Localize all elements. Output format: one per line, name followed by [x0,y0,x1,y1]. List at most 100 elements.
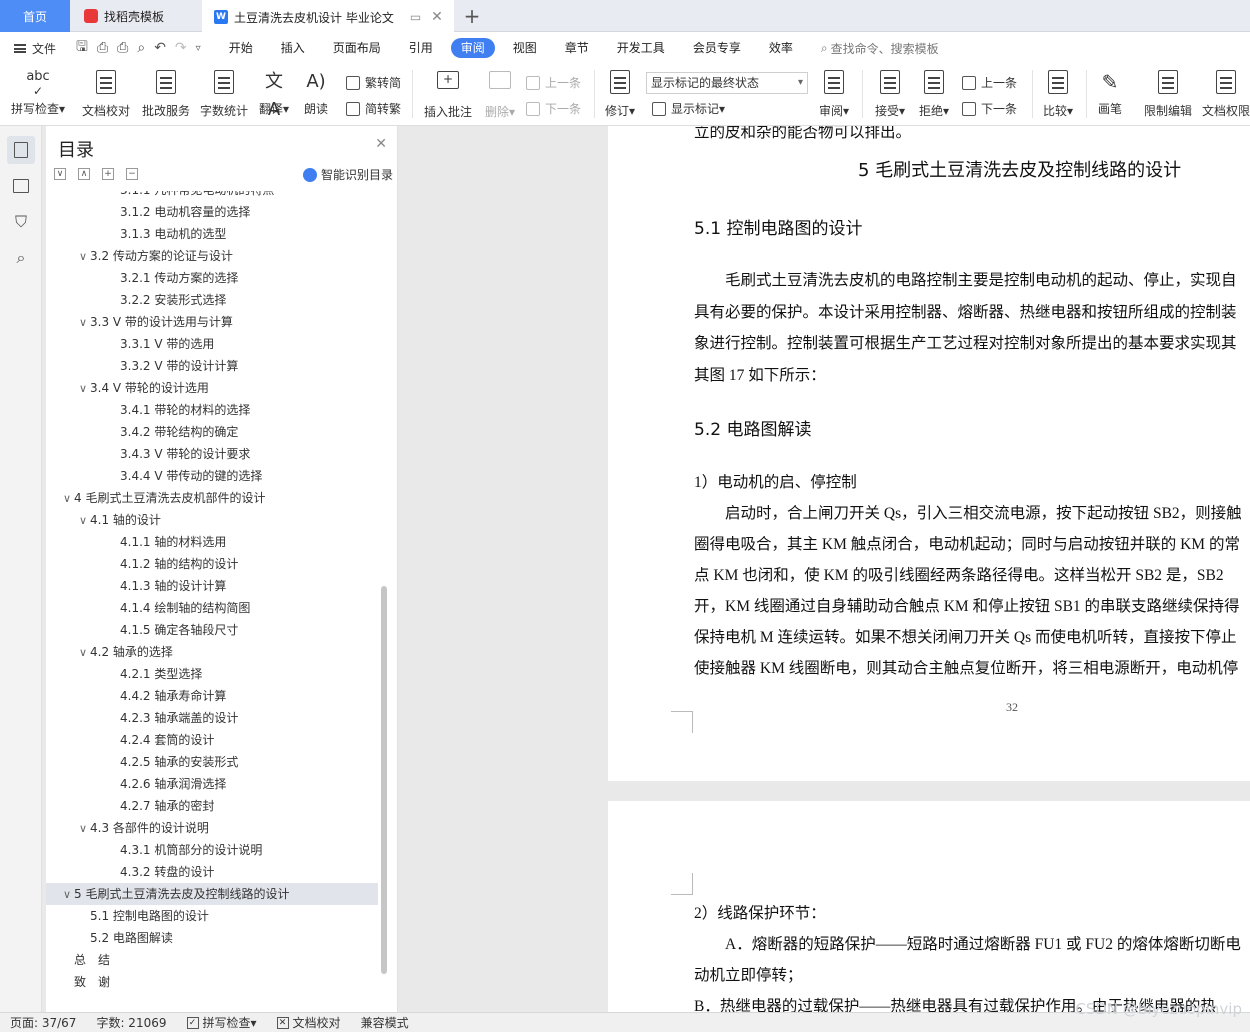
toc-item[interactable]: 3.2.1 传动方案的选择 [46,267,378,289]
find-pane-button[interactable]: ⌕ [7,244,35,272]
menu-tab[interactable]: 章节 [551,38,603,58]
toc-item[interactable]: ∨ 4 毛刷式土豆清洗去皮机部件的设计 [46,487,378,509]
batch-service-button[interactable]: 批改服务 [138,68,194,119]
menu-tab[interactable]: 引用 [395,38,447,58]
toc-item[interactable]: 4.1.5 确定各轴段尺寸 [46,619,378,641]
customize-quick-icon[interactable]: ▿ [196,43,201,54]
ink-button[interactable]: ✎ 画笔 [1092,68,1128,117]
menu-tab[interactable]: 页面布局 [319,38,395,58]
markup-state-select[interactable]: 显示标记的最终状态 [646,72,808,94]
menu-tab[interactable]: 效率 [755,38,807,58]
toc-item[interactable]: ∨ 3.2 传动方案的论证与设计 [46,245,378,267]
file-menu[interactable]: 文件 [0,40,70,57]
toc-item[interactable]: 4.1.4 绘制轴的结构简图 [46,597,378,619]
toc-item[interactable]: 3.4.3 V 带轮的设计要求 [46,443,378,465]
toc-item[interactable]: 3.4.4 V 带传动的键的选择 [46,465,378,487]
chevron-down-icon[interactable]: ∨ [76,818,90,840]
chapter-pane-button[interactable] [7,172,35,200]
remove-heading-icon[interactable]: − [126,168,138,180]
toc-item[interactable]: 4.1.3 轴的设计计算 [46,575,378,597]
expand-all-icon[interactable]: ∨ [54,168,66,180]
simp-to-trad-button[interactable]: 简转繁 [346,100,401,117]
toc-item[interactable]: ∨ 3.4 V 带轮的设计选用 [46,377,378,399]
read-aloud-button[interactable]: A) 朗读 [298,68,334,117]
toc-item[interactable]: 5.1 控制电路图的设计 [46,905,378,927]
toc-item[interactable]: 4.2.6 轴承润滑选择 [46,773,378,795]
toc-item[interactable]: 3.1.2 电动机容量的选择 [46,201,378,223]
insert-comment-button[interactable]: + 插入批注 [420,68,476,120]
track-changes-button[interactable]: 修订▾ [600,68,640,119]
redo-icon[interactable]: ↷ [175,40,187,56]
document-area[interactable]: ▤▾ 立的皮和杂的能否物可以排出。 5 毛刷式土豆清洗去皮及控制线路的设计 5.… [399,126,1250,1012]
export-pdf-icon[interactable]: ⎙ [97,40,108,56]
toc-pane-button[interactable] [7,136,35,164]
prev-comment-button[interactable]: 上一条 [526,74,581,91]
tab-close-icon[interactable]: ✕ [431,9,443,25]
print-preview-icon[interactable]: ⌕ [137,40,145,56]
toc-item[interactable]: 3.2.2 安装形式选择 [46,289,378,311]
toc-item[interactable]: 3.3.1 V 带的选用 [46,333,378,355]
chevron-down-icon[interactable]: ∨ [76,246,90,268]
toc-item[interactable]: ∨ 4.1 轴的设计 [46,509,378,531]
compare-button[interactable]: 比较▾ [1038,68,1078,119]
collapse-all-icon[interactable]: ∧ [78,168,90,180]
prev-change-button[interactable]: 上一条 [962,74,1017,91]
doc-proof-button[interactable]: 文档校对 [78,68,134,119]
bookmark-pane-button[interactable]: ⛉ [7,208,35,236]
next-comment-button[interactable]: 下一条 [526,100,581,117]
menu-tab[interactable]: 开发工具 [603,38,679,58]
toc-item[interactable]: ∨ 4.2 轴承的选择 [46,641,378,663]
toc-item[interactable]: 4.2.4 套筒的设计 [46,729,378,751]
print-icon[interactable]: ⎙ [117,40,128,56]
spellcheck-toggle[interactable]: ✓ 拼写检查 ▾ [177,1014,267,1031]
new-tab-button[interactable]: + [458,0,486,32]
toc-item[interactable]: 3.1.3 电动机的选型 [46,223,378,245]
toc-item[interactable]: 总 结 [46,949,378,971]
trad-to-simp-button[interactable]: 繁转简 [346,74,401,91]
doc-rights-button[interactable]: 文档权限 [1198,68,1250,119]
close-icon[interactable]: ✕ [375,136,387,152]
toc-item[interactable]: 5.2 电路图解读 [46,927,378,949]
toc-item[interactable]: ∨ 4.3 各部件的设计说明 [46,817,378,839]
menu-tab[interactable]: 会员专享 [679,38,755,58]
restrict-edit-button[interactable]: 限制编辑 [1140,68,1196,119]
undo-icon[interactable]: ↶ [154,40,166,56]
chevron-down-icon[interactable]: ∨ [76,312,90,334]
menu-tab[interactable]: 视图 [499,38,551,58]
review-pane-button[interactable]: 审阅▾ [814,68,854,119]
menu-tab[interactable]: 审阅 [450,38,495,58]
toc-item[interactable]: 4.1.1 轴的材料选用 [46,531,378,553]
toc-item[interactable]: ∨ 3.3 V 带的设计选用与计算 [46,311,378,333]
save-icon[interactable]: 🖫 [76,36,88,60]
chevron-down-icon[interactable]: ∨ [76,510,90,532]
tab-template[interactable]: 找稻壳模板 [72,0,200,32]
smart-toc-button[interactable]: 智能识别目录 [302,166,393,183]
show-markup-button[interactable]: 显示标记 ▾ [652,100,725,117]
page-indicator[interactable]: 页面: 37/67 [0,1014,86,1031]
chevron-down-icon[interactable]: ∨ [60,884,74,906]
toc-item[interactable]: 3.1.1 几种常见电动机的特点 [46,191,378,201]
next-change-button[interactable]: 下一条 [962,100,1017,117]
word-count-button[interactable]: 字数统计 [196,68,252,119]
translate-button[interactable]: 文A 翻译▾ [254,68,294,120]
word-count-indicator[interactable]: 字数: 21069 [86,1014,176,1031]
toc-item[interactable]: 4.3.1 机筒部分的设计说明 [46,839,378,861]
reject-button[interactable]: 拒绝▾ [914,68,954,119]
doc-proof-toggle[interactable]: ✕ 文档校对 [267,1014,351,1031]
toc-item[interactable]: 4.3.2 转盘的设计 [46,861,378,883]
toc-item[interactable]: 4.4.2 轴承寿命计算 [46,685,378,707]
add-heading-icon[interactable]: + [102,168,114,180]
toc-item[interactable]: 4.2.3 轴承端盖的设计 [46,707,378,729]
toc-item[interactable]: ∨ 5 毛刷式土豆清洗去皮及控制线路的设计 [46,883,378,905]
command-search[interactable]: ⌕ 查找命令、搜索模板 [821,40,939,57]
tab-document[interactable]: W 土豆清洗去皮机设计 毕业论文 ▭ ✕ [202,0,454,32]
delete-comment-button[interactable]: 删除▾ [480,68,520,120]
tab-home[interactable]: 首页 [0,0,70,32]
toc-scrollbar[interactable] [381,586,387,974]
toc-item[interactable]: 4.2.1 类型选择 [46,663,378,685]
chevron-down-icon[interactable]: ∨ [76,642,90,664]
accept-button[interactable]: 接受▾ [870,68,910,119]
chevron-down-icon[interactable]: ∨ [60,488,74,510]
toc-item[interactable]: 4.1.2 轴的结构的设计 [46,553,378,575]
tab-pin-icon[interactable]: ▭ [410,10,421,24]
